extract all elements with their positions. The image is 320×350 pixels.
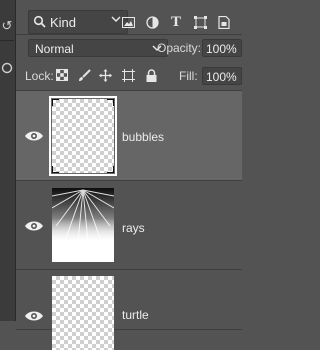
lock-transparent-pixels-icon[interactable] [55,68,69,82]
smart-object-filter-icon[interactable] [216,14,232,30]
blend-mode-value: Normal [35,42,74,56]
thumbnail-corner [107,166,114,173]
layer-row-bubbles[interactable]: bubbles [16,91,242,181]
lock-position-icon[interactable] [98,68,112,82]
lock-label: Lock: [25,69,54,83]
visibility-eye-icon[interactable] [24,129,44,143]
kind-filter-select[interactable]: Kind [28,10,128,34]
layer-row-rays[interactable]: rays [16,181,242,270]
opacity-label: Opacity: [157,41,202,55]
shape-filter-icon[interactable] [192,14,208,30]
visibility-eye-icon[interactable] [24,219,44,233]
filter-divider [16,34,242,35]
layer-thumbnail [52,188,114,262]
thumbnail-corner [52,99,59,106]
layer-thumbnail [49,96,117,176]
thumbnail-corner [107,99,114,106]
layer-filter-row: Kind T [16,6,242,34]
adjustment-filter-icon[interactable] [144,14,160,30]
lock-image-pixels-icon[interactable] [77,68,91,82]
thumbnail-corner [52,166,59,173]
rays-thumbnail-art [52,188,114,262]
fill-field[interactable]: 100% [202,67,242,85]
circle-tool-icon[interactable] [0,60,14,76]
layer-name[interactable]: bubbles [122,130,164,144]
artboard-nesting-icon[interactable] [121,68,135,82]
lock-all-icon[interactable] [144,68,158,82]
kind-filter-label: Kind [50,14,77,30]
left-tool-strip: ↺ [0,0,16,321]
layer-thumbnail [52,276,114,350]
layer-row-turtle[interactable]: turtle [16,270,242,350]
type-filter-icon[interactable]: T [168,14,184,30]
layer-name[interactable]: rays [122,221,145,235]
layers-panel: Kind T Normal Opacity: 100% Lock: Fill: … [16,0,242,350]
rotate-icon[interactable]: ↺ [0,18,14,34]
fill-label: Fill: [179,69,198,83]
layer-name[interactable]: turtle [122,308,149,322]
opacity-field[interactable]: 100% [202,39,242,57]
search-icon [33,15,46,28]
blend-mode-select[interactable]: Normal [28,39,168,57]
strip-divider [0,40,14,41]
image-filter-icon[interactable] [120,14,136,30]
